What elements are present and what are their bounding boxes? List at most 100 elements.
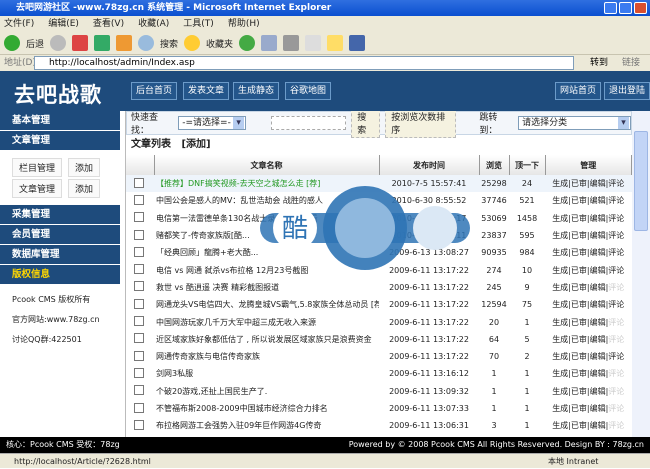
article-title-link[interactable]: 个破20游戏,还扯上国民生产了.: [154, 383, 379, 400]
approved-link[interactable]: 已审: [571, 283, 587, 292]
edit-link[interactable]: 编辑: [590, 387, 606, 396]
generate-link[interactable]: 生成: [552, 404, 568, 413]
generate-link[interactable]: 生成: [552, 231, 568, 240]
article-title-link[interactable]: 中国网游玩家几千万大军中超三成无收入来源: [154, 313, 379, 330]
row-checkbox[interactable]: [134, 212, 144, 223]
generate-link[interactable]: 生成: [552, 248, 568, 257]
menu-item[interactable]: 编辑(E): [48, 19, 79, 29]
comment-link[interactable]: 评论: [608, 266, 624, 275]
forward-icon[interactable]: [50, 35, 67, 51]
search-icon[interactable]: [138, 35, 155, 51]
article-title-link[interactable]: 电信第一法雷德单条130名战士录像 值得一看: [154, 210, 379, 227]
edit-link[interactable]: 编辑: [590, 300, 606, 309]
row-checkbox[interactable]: [134, 367, 144, 378]
approved-link[interactable]: 已审: [571, 266, 587, 275]
messenger-icon[interactable]: [349, 35, 366, 51]
approved-link[interactable]: 已审: [571, 421, 587, 430]
search-button[interactable]: 搜索: [160, 37, 178, 50]
search-input[interactable]: [271, 116, 347, 130]
edit-link[interactable]: 编辑: [590, 179, 606, 188]
sidebar-item-members[interactable]: 会员管理: [0, 225, 120, 245]
edit-link[interactable]: 编辑: [590, 196, 606, 205]
category-add-link[interactable]: 添加: [68, 158, 101, 177]
edit-icon[interactable]: [305, 35, 322, 51]
add-article-link[interactable]: [添加]: [181, 139, 210, 150]
generate-link[interactable]: 生成: [552, 179, 568, 188]
approved-link[interactable]: 已审: [571, 248, 587, 257]
approved-link[interactable]: 已审: [571, 179, 587, 188]
history-icon[interactable]: [239, 35, 256, 51]
scrollbar[interactable]: [632, 111, 650, 437]
approved-link[interactable]: 已审: [571, 196, 587, 205]
row-checkbox[interactable]: [134, 385, 144, 396]
nav-site-home[interactable]: 网站首页: [555, 82, 602, 100]
article-title-link[interactable]: 剑网3私服: [154, 365, 379, 382]
back-button[interactable]: 后退: [26, 37, 44, 50]
generate-link[interactable]: 生成: [552, 335, 568, 344]
quick-find-select[interactable]: -=请选择=-: [178, 116, 247, 130]
menu-item[interactable]: 查看(V): [93, 19, 124, 29]
article-title-link[interactable]: 电信 vs 网通 弑杀vs布拉格 12月23号截图: [154, 261, 379, 278]
nav-generate-static[interactable]: 生成静态: [233, 82, 280, 100]
maximize-button[interactable]: [619, 2, 632, 14]
edit-link[interactable]: 编辑: [590, 214, 606, 223]
edit-link[interactable]: 编辑: [590, 231, 606, 240]
row-checkbox[interactable]: [134, 246, 144, 257]
approved-link[interactable]: 已审: [571, 352, 587, 361]
comment-link[interactable]: 评论: [608, 369, 624, 378]
edit-link[interactable]: 编辑: [590, 369, 606, 378]
menu-item[interactable]: 帮助(H): [228, 19, 260, 29]
jump-category-select[interactable]: 请选择分类: [518, 116, 632, 130]
sort-by-views-button[interactable]: 按浏览次数排序: [385, 111, 457, 138]
generate-link[interactable]: 生成: [552, 318, 568, 327]
article-title-link[interactable]: 网通传奇家族与电信传奇家族: [154, 348, 379, 365]
approved-link[interactable]: 已审: [571, 335, 587, 344]
row-checkbox[interactable]: [134, 264, 144, 275]
home-icon[interactable]: [116, 35, 133, 51]
category-manage-link[interactable]: 栏目管理: [12, 158, 63, 177]
favorites-icon[interactable]: [184, 35, 201, 51]
minimize-button[interactable]: [604, 2, 617, 14]
article-title-link[interactable]: 中国公会是感人的MV：乱世浩劫会 战胜的感人: [154, 192, 379, 209]
address-input[interactable]: http://localhost/admin/Index.asp: [34, 56, 574, 70]
menu-item[interactable]: 文件(F): [4, 19, 34, 29]
edit-link[interactable]: 编辑: [590, 352, 606, 361]
comment-link[interactable]: 评论: [608, 318, 624, 327]
comment-link[interactable]: 评论: [608, 387, 624, 396]
search-button[interactable]: 搜索: [351, 111, 381, 138]
approved-link[interactable]: 已审: [571, 387, 587, 396]
sidebar-item-article[interactable]: 文章管理: [0, 131, 120, 151]
edit-link[interactable]: 编辑: [590, 283, 606, 292]
article-title-link[interactable]: 网通龙头VS电信四大、龙腾皇城VS霸气,5.8家族全体总动员 [荐]: [154, 296, 379, 313]
comment-link[interactable]: 评论: [608, 231, 624, 240]
generate-link[interactable]: 生成: [552, 421, 568, 430]
article-title-link[interactable]: 救世 vs 酷逍遥 决赛 精彩截图报道: [154, 279, 379, 296]
generate-link[interactable]: 生成: [552, 369, 568, 378]
row-checkbox[interactable]: [134, 350, 144, 361]
generate-link[interactable]: 生成: [552, 300, 568, 309]
comment-link[interactable]: 评论: [608, 421, 624, 430]
approved-link[interactable]: 已审: [571, 404, 587, 413]
comment-link[interactable]: 评论: [608, 352, 624, 361]
menu-item[interactable]: 工具(T): [183, 19, 214, 29]
edit-link[interactable]: 编辑: [590, 318, 606, 327]
comment-link[interactable]: 评论: [608, 283, 624, 292]
go-button[interactable]: 转到: [590, 55, 608, 71]
scrollbar-thumb[interactable]: [634, 131, 648, 231]
close-button[interactable]: [634, 2, 647, 14]
mail-icon[interactable]: [261, 35, 278, 51]
generate-link[interactable]: 生成: [552, 266, 568, 275]
print-icon[interactable]: [283, 35, 300, 51]
comment-link[interactable]: 评论: [608, 248, 624, 257]
nav-google-map[interactable]: 谷歌地图: [285, 82, 332, 100]
row-checkbox[interactable]: [134, 177, 144, 188]
links-button[interactable]: 链接: [622, 55, 640, 71]
comment-link[interactable]: 评论: [608, 335, 624, 344]
stop-icon[interactable]: [72, 35, 89, 51]
row-checkbox[interactable]: [134, 194, 144, 205]
article-title-link[interactable]: 布拉格网游工会强势入驻09年巨作网游4G传奇: [154, 417, 379, 434]
approved-link[interactable]: 已审: [571, 318, 587, 327]
menu-item[interactable]: 收藏(A): [138, 19, 169, 29]
row-checkbox[interactable]: [134, 229, 144, 240]
row-checkbox[interactable]: [134, 298, 144, 309]
